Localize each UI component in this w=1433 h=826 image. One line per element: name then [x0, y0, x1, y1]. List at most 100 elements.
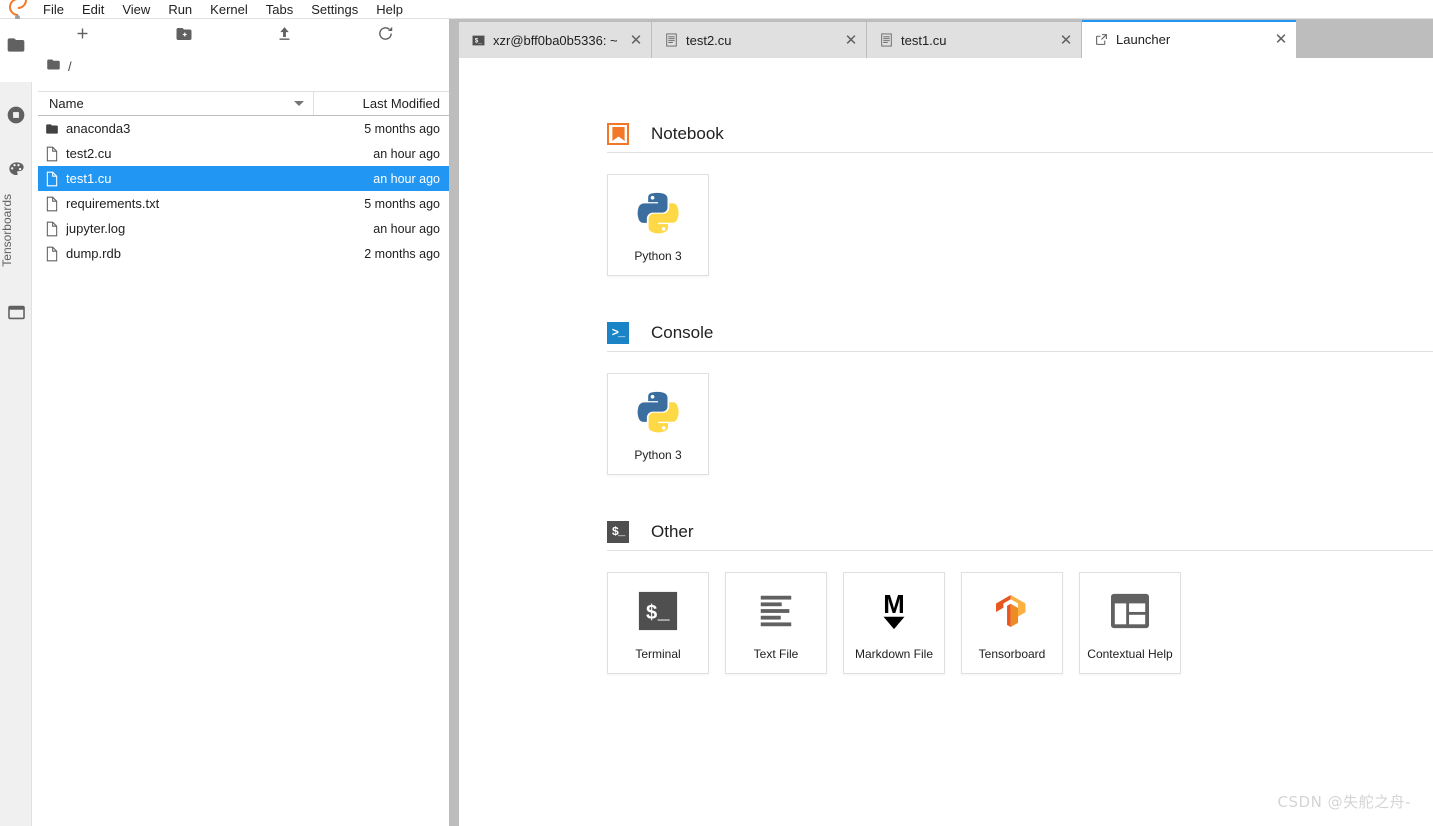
file-list-item[interactable]: jupyter.log an hour ago: [38, 216, 449, 241]
file-name: test1.cu: [66, 171, 112, 186]
launcher-card-label: Tensorboard: [978, 647, 1046, 661]
launcher-card-label: Terminal: [635, 647, 681, 661]
launcher-cards-console: Python 3: [607, 373, 1433, 475]
new-folder-button[interactable]: [133, 19, 234, 53]
column-header-last-modified[interactable]: Last Modified: [314, 96, 449, 111]
file-list-item-selected[interactable]: test1.cu an hour ago: [38, 166, 449, 191]
launcher-cards-other: $_ Terminal Text File M Markdown File Te…: [607, 572, 1433, 674]
jupyterlab-window: File Edit View Run Kernel Tabs Settings …: [0, 0, 1433, 826]
new-launcher-button[interactable]: [32, 19, 133, 53]
launcher-card-markdown-file[interactable]: M Markdown File: [843, 572, 945, 674]
panel-splitter[interactable]: [449, 19, 459, 826]
upload-icon: [276, 25, 293, 47]
file-list-item[interactable]: test2.cu an hour ago: [38, 141, 449, 166]
file-list-item[interactable]: anaconda3 5 months ago: [38, 116, 449, 141]
menu-item-settings[interactable]: Settings: [302, 0, 367, 19]
file-icon: [38, 171, 66, 187]
menu-item-help[interactable]: Help: [367, 0, 412, 19]
other-icon: $_: [607, 521, 629, 543]
file-list-item[interactable]: requirements.txt 5 months ago: [38, 191, 449, 216]
menu-item-tabs[interactable]: Tabs: [257, 0, 302, 19]
menu-item-run[interactable]: Run: [159, 0, 201, 19]
sidebar-item-tensorboards[interactable]: Tensorboards: [0, 194, 32, 267]
file-name: anaconda3: [66, 121, 131, 136]
upload-files-button[interactable]: [234, 19, 335, 53]
palette-icon: [7, 160, 26, 184]
close-icon[interactable]: ✕: [836, 31, 866, 49]
column-header-name-label: Name: [49, 96, 84, 111]
launcher-card-notebook-python3[interactable]: Python 3: [607, 174, 709, 276]
close-icon[interactable]: ✕: [621, 31, 651, 49]
column-header-name[interactable]: Name: [38, 92, 314, 115]
file-modified: 2 months ago: [364, 246, 440, 261]
tab-test1-cu[interactable]: test1.cu ✕: [867, 22, 1082, 58]
sort-caret-icon[interactable]: [294, 101, 304, 106]
file-browser-toolbar: [32, 19, 449, 53]
section-divider: [607, 550, 1433, 551]
file-icon: [38, 221, 66, 237]
file-icon: [38, 246, 66, 262]
file-list-item[interactable]: dump.rdb 2 months ago: [38, 241, 449, 266]
launcher-panel: Notebook Python 3 >_ Console Python 3 $_…: [459, 58, 1433, 826]
tab-bar: $_ xzr@bff0ba0b5336: ~ ✕ test2.cu ✕ test…: [459, 19, 1433, 58]
refresh-icon: [377, 25, 394, 47]
launcher-card-label: Markdown File: [854, 647, 934, 661]
file-modified: 5 months ago: [364, 121, 440, 136]
launcher-card-text-file[interactable]: Text File: [725, 572, 827, 674]
section-divider: [607, 152, 1433, 153]
file-modified: 5 months ago: [364, 196, 440, 211]
tab-label: xzr@bff0ba0b5336: ~: [493, 32, 618, 48]
launcher-card-label: Contextual Help: [1087, 647, 1173, 661]
menu-item-file[interactable]: File: [34, 0, 73, 19]
jupyter-logo-icon[interactable]: [0, 0, 34, 20]
sidebar-item-open-tabs[interactable]: [0, 294, 32, 336]
launcher-card-terminal[interactable]: $_ Terminal: [607, 572, 709, 674]
tensorflow-icon: [990, 585, 1034, 637]
file-icon: [38, 146, 66, 162]
section-divider: [607, 351, 1433, 352]
file-modified: an hour ago: [373, 221, 440, 236]
file-modified: an hour ago: [373, 146, 440, 161]
tab-terminal[interactable]: $_ xzr@bff0ba0b5336: ~ ✕: [459, 22, 652, 58]
folder-icon: [6, 35, 26, 60]
launcher-card-label: Python 3: [634, 448, 682, 462]
main-dock-area: $_ xzr@bff0ba0b5336: ~ ✕ test2.cu ✕ test…: [459, 19, 1433, 826]
launcher-cards-notebook: Python 3: [607, 174, 1433, 276]
notebook-icon: [607, 123, 629, 145]
menu-item-view[interactable]: View: [113, 0, 159, 19]
file-list: anaconda3 5 months ago test2.cu an hour …: [38, 116, 449, 266]
menu-item-kernel[interactable]: Kernel: [201, 0, 257, 19]
sidebar-item-file-browser[interactable]: [0, 26, 32, 68]
launcher-card-label: Text File: [753, 647, 799, 661]
launcher-section-title: Other: [651, 522, 694, 541]
svg-text:M: M: [883, 591, 904, 619]
tab-label: test2.cu: [686, 32, 732, 48]
menu-bar: File Edit View Run Kernel Tabs Settings …: [0, 0, 1433, 20]
close-icon[interactable]: ✕: [1051, 31, 1081, 49]
launcher-card-tensorboard[interactable]: Tensorboard: [961, 572, 1063, 674]
svg-text:$_: $_: [475, 37, 483, 44]
tab-launcher[interactable]: Launcher ✕: [1082, 20, 1297, 58]
svg-text:$_: $_: [646, 603, 671, 626]
markdown-icon: M: [873, 585, 915, 637]
python-icon: [635, 187, 681, 239]
console-icon: >_: [607, 322, 629, 344]
activity-bar: Tensorboards: [0, 19, 32, 826]
file-modified: an hour ago: [373, 171, 440, 186]
refresh-file-list-button[interactable]: [335, 19, 436, 53]
tab-test2-cu[interactable]: test2.cu ✕: [652, 22, 867, 58]
breadcrumb-root-folder-icon[interactable]: [46, 57, 61, 77]
menu-item-edit[interactable]: Edit: [73, 0, 113, 19]
breadcrumb[interactable]: /: [32, 53, 449, 80]
terminal-icon: $_: [472, 34, 485, 47]
breadcrumb-path[interactable]: /: [68, 59, 72, 74]
sidebar-item-running-terminals[interactable]: [0, 96, 32, 138]
file-name: jupyter.log: [66, 221, 126, 236]
plus-icon: [74, 25, 91, 47]
tab-label: Launcher: [1116, 31, 1171, 47]
sidebar-item-extension-manager[interactable]: [0, 151, 32, 193]
close-icon[interactable]: ✕: [1266, 30, 1296, 48]
launcher-card-contextual-help[interactable]: Contextual Help: [1079, 572, 1181, 674]
file-name: dump.rdb: [66, 246, 121, 261]
launcher-card-console-python3[interactable]: Python 3: [607, 373, 709, 475]
